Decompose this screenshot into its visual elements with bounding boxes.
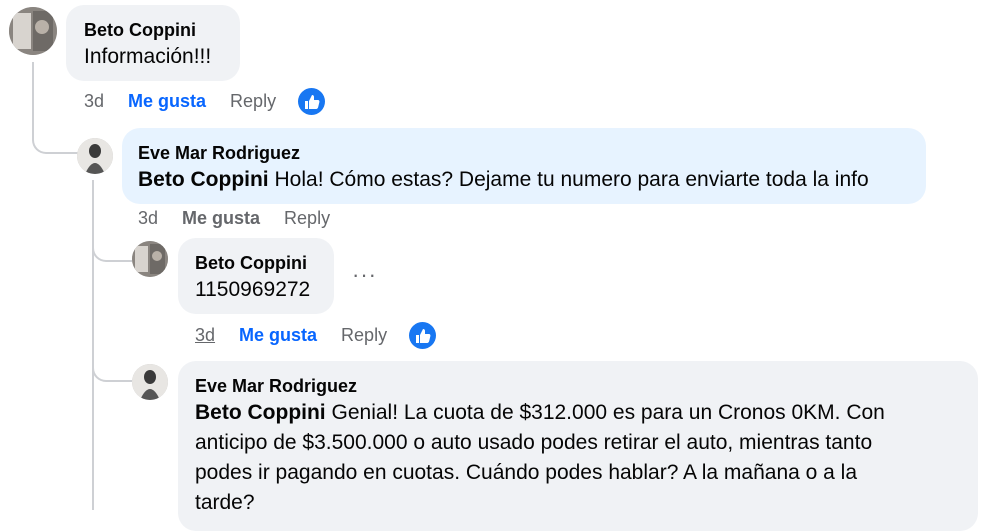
- more-options-icon[interactable]: ···: [352, 262, 377, 288]
- comment-actions: 3d Me gusta Reply: [84, 88, 326, 115]
- like-button[interactable]: Me gusta: [128, 91, 206, 112]
- comment-author[interactable]: Beto Coppini: [84, 18, 222, 42]
- reply-button[interactable]: Reply: [284, 208, 330, 229]
- comment-timestamp[interactable]: 3d: [84, 91, 104, 112]
- avatar[interactable]: [77, 138, 113, 174]
- comment-bubble: Eve Mar Rodriguez Beto Coppini Genial! L…: [178, 361, 978, 531]
- comment-author[interactable]: Beto Coppini: [195, 251, 317, 275]
- comment-bubble: Eve Mar Rodriguez Beto Coppini Hola! Cóm…: [122, 128, 926, 204]
- comment-text: Información!!!: [84, 45, 212, 68]
- avatar[interactable]: [132, 241, 168, 277]
- mention-link[interactable]: Beto Coppini: [195, 401, 326, 424]
- comment-bubble: Beto Coppini Información!!!: [66, 5, 240, 81]
- thread-branch-reply2: [92, 352, 132, 382]
- thumbs-up-icon[interactable]: [409, 322, 437, 349]
- comment-actions: 3d Me gusta Reply: [138, 208, 352, 229]
- comment-timestamp[interactable]: 3d: [138, 208, 158, 229]
- comment-text: Hola! Cómo estas? Dejame tu numero para …: [274, 168, 869, 191]
- comment-author[interactable]: Eve Mar Rodriguez: [138, 141, 910, 165]
- comment-author[interactable]: Eve Mar Rodriguez: [195, 374, 961, 398]
- comment-actions: 3d Me gusta Reply: [195, 322, 437, 349]
- comment-text-line: Genial! La cuota de $312.000 es para un …: [331, 401, 885, 424]
- like-button[interactable]: Me gusta: [182, 208, 260, 229]
- comment-text-line: podes ir pagando en cuotas. Cuándo podes…: [195, 461, 858, 484]
- avatar[interactable]: [9, 7, 57, 55]
- avatar[interactable]: [132, 364, 168, 400]
- mention-link[interactable]: Beto Coppini: [138, 168, 269, 191]
- comment-text-line: tarde?: [195, 491, 255, 514]
- comment-text-line: anticipo de $3.500.000 o auto usado pode…: [195, 431, 873, 454]
- thumbs-up-icon[interactable]: [298, 88, 326, 115]
- like-button[interactable]: Me gusta: [239, 325, 317, 346]
- thread-branch-reply1: [92, 230, 132, 262]
- comment-timestamp[interactable]: 3d: [195, 325, 215, 346]
- reply-button[interactable]: Reply: [230, 91, 276, 112]
- reply-button[interactable]: Reply: [341, 325, 387, 346]
- comment-text: 1150969272: [195, 278, 311, 301]
- comment-bubble: Beto Coppini 1150969272: [178, 238, 334, 314]
